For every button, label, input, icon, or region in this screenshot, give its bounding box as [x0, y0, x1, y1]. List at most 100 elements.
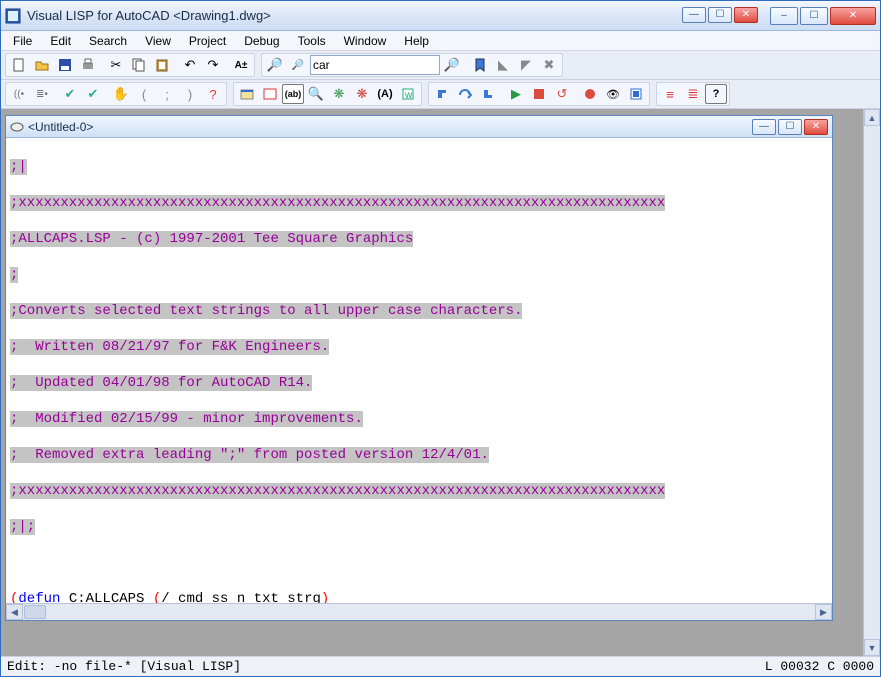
comment-block-icon[interactable]: ;: [156, 84, 178, 104]
select-window-icon[interactable]: [259, 84, 281, 104]
window-title: Visual LISP for AutoCAD <Drawing1.dwg>: [27, 8, 682, 23]
minimize-button[interactable]: –: [770, 7, 798, 25]
document-icon: [10, 120, 24, 134]
save-icon[interactable]: [54, 55, 76, 75]
bookmark-prev-icon[interactable]: ◤: [515, 55, 537, 75]
find-icon[interactable]: 🔎: [264, 55, 286, 75]
child-title-text: <Untitled-0>: [28, 120, 752, 134]
toggle-breakpoint-icon[interactable]: [579, 84, 601, 104]
uncomment-block-icon[interactable]: ): [179, 84, 201, 104]
bookmark-clear-icon[interactable]: ✖: [538, 55, 560, 75]
lisp-console-icon[interactable]: (ab): [282, 84, 304, 104]
menu-edit[interactable]: Edit: [42, 32, 79, 50]
last-break-icon[interactable]: [625, 84, 647, 104]
cut-icon[interactable]: ✂: [105, 55, 127, 75]
step-over-icon[interactable]: [454, 84, 476, 104]
doc-close-button[interactable]: ✕: [804, 119, 828, 135]
format-file-icon[interactable]: (: [133, 84, 155, 104]
trace-icon[interactable]: ❋: [328, 84, 350, 104]
doc-minimize-button[interactable]: —: [752, 119, 776, 135]
check-file-icon[interactable]: ✔: [82, 84, 104, 104]
step-indicator-icon[interactable]: ≡: [659, 84, 681, 104]
comment-line: ; Removed extra leading ";" from posted …: [10, 447, 489, 463]
menu-window[interactable]: Window: [336, 32, 395, 50]
file-toolbar: ✂ ↶ ↷ A±: [5, 53, 255, 77]
maximize-button[interactable]: ☐: [800, 7, 828, 25]
find-combo[interactable]: [310, 55, 440, 75]
child-titlebar[interactable]: <Untitled-0> — ☐ ✕: [6, 116, 832, 138]
comment-line: ; Modified 02/15/99 - minor improvements…: [10, 411, 363, 427]
menu-project[interactable]: Project: [181, 32, 234, 50]
comment-line: ;xxxxxxxxxxxxxxxxxxxxxxxxxxxxxxxxxxxxxxx…: [10, 195, 665, 211]
complete-word-icon[interactable]: A±: [230, 55, 252, 75]
comment-line: ;|;: [10, 519, 35, 535]
comment-line: ;ALLCAPS.LSP - (c) 1997-2001 Tee Square …: [10, 231, 413, 247]
undo-icon[interactable]: ↶: [179, 55, 201, 75]
comment-line: ;: [10, 267, 18, 283]
replace-icon[interactable]: 🔎: [287, 55, 309, 75]
app-window: Visual LISP for AutoCAD <Drawing1.dwg> —…: [0, 0, 881, 677]
scroll-left-icon[interactable]: ◀: [6, 604, 23, 620]
child-close-button[interactable]: ✕: [734, 7, 758, 23]
scroll-track[interactable]: [47, 604, 815, 620]
symbol-icon[interactable]: (A): [374, 84, 396, 104]
step-into-icon[interactable]: [431, 84, 453, 104]
menu-file[interactable]: File: [5, 32, 40, 50]
quit-icon[interactable]: [528, 84, 550, 104]
apropos-icon[interactable]: w: [397, 84, 419, 104]
reset-icon[interactable]: ↺: [551, 84, 573, 104]
trace-stack-icon[interactable]: ≣: [682, 84, 704, 104]
load-file-icon[interactable]: ≣•: [31, 84, 53, 104]
outer-window-buttons: — ☐ ✕ – ☐ ✕: [682, 7, 876, 25]
redo-icon[interactable]: ↷: [202, 55, 224, 75]
scroll-thumb[interactable]: [24, 605, 46, 619]
svg-text:w: w: [404, 90, 413, 101]
add-watch-icon[interactable]: 👁: [602, 84, 624, 104]
check-selection-icon[interactable]: ✔: [59, 84, 81, 104]
activate-autocad-icon[interactable]: [236, 84, 258, 104]
help-lookup-icon[interactable]: ?: [202, 84, 224, 104]
copy-icon[interactable]: [128, 55, 150, 75]
close-button[interactable]: ✕: [830, 7, 876, 25]
comment-line: ;|: [10, 159, 27, 175]
menu-search[interactable]: Search: [81, 32, 135, 50]
print-icon[interactable]: [77, 55, 99, 75]
new-file-icon[interactable]: [8, 55, 30, 75]
editor-hscrollbar[interactable]: ◀ ▶: [6, 603, 832, 620]
scroll-down-icon[interactable]: ▼: [864, 639, 880, 656]
bookmark-toggle-icon[interactable]: [469, 55, 491, 75]
toolbar-row-1: ✂ ↶ ↷ A± 🔎 🔎 🔎 ◣ ◤ ✖: [1, 51, 880, 80]
find-next-icon[interactable]: 🔎: [441, 55, 463, 75]
menu-view[interactable]: View: [137, 32, 179, 50]
load-selection-icon[interactable]: ((•: [8, 84, 30, 104]
comment-line: ;Converts selected text strings to all u…: [10, 303, 522, 319]
menubar: File Edit Search View Project Debug Tool…: [1, 31, 880, 51]
titlebar[interactable]: Visual LISP for AutoCAD <Drawing1.dwg> —…: [1, 1, 880, 31]
menu-debug[interactable]: Debug: [236, 32, 287, 50]
continue-icon[interactable]: ▶: [505, 84, 527, 104]
menu-help[interactable]: Help: [396, 32, 437, 50]
code-editor[interactable]: ;| ;xxxxxxxxxxxxxxxxxxxxxxxxxxxxxxxxxxxx…: [6, 138, 832, 603]
doc-maximize-button[interactable]: ☐: [778, 119, 802, 135]
menu-tools[interactable]: Tools: [290, 32, 334, 50]
context-help-icon[interactable]: ?: [705, 84, 727, 104]
inspect-icon[interactable]: 🔍: [305, 84, 327, 104]
child-window: <Untitled-0> — ☐ ✕ ;| ;xxxxxxxxxxxxxxxxx…: [5, 115, 833, 621]
open-file-icon[interactable]: [31, 55, 53, 75]
step-out-icon[interactable]: [477, 84, 499, 104]
bookmark-next-icon[interactable]: ◣: [492, 55, 514, 75]
status-bar: Edit: -no file-* [Visual LISP] L 00032 C…: [1, 656, 880, 676]
error-trace-icon[interactable]: ❋: [351, 84, 373, 104]
debug-toolbar: ((• ≣• ✔ ✔ ✋ ( ; ) ?: [5, 82, 227, 106]
status-right: L 00032 C 0000: [765, 659, 874, 674]
scroll-track[interactable]: [864, 126, 880, 639]
child-restore-button[interactable]: ☐: [708, 7, 732, 23]
scroll-up-icon[interactable]: ▲: [864, 109, 880, 126]
paste-icon[interactable]: [151, 55, 173, 75]
step-toolbar: ▶ ↺ 👁: [428, 82, 650, 106]
mdi-vscrollbar[interactable]: ▲ ▼: [863, 109, 880, 656]
format-selection-icon[interactable]: ✋: [110, 84, 132, 104]
child-minimize-button[interactable]: —: [682, 7, 706, 23]
scroll-right-icon[interactable]: ▶: [815, 604, 832, 620]
comment-line: ; Written 08/21/97 for F&K Engineers.: [10, 339, 329, 355]
